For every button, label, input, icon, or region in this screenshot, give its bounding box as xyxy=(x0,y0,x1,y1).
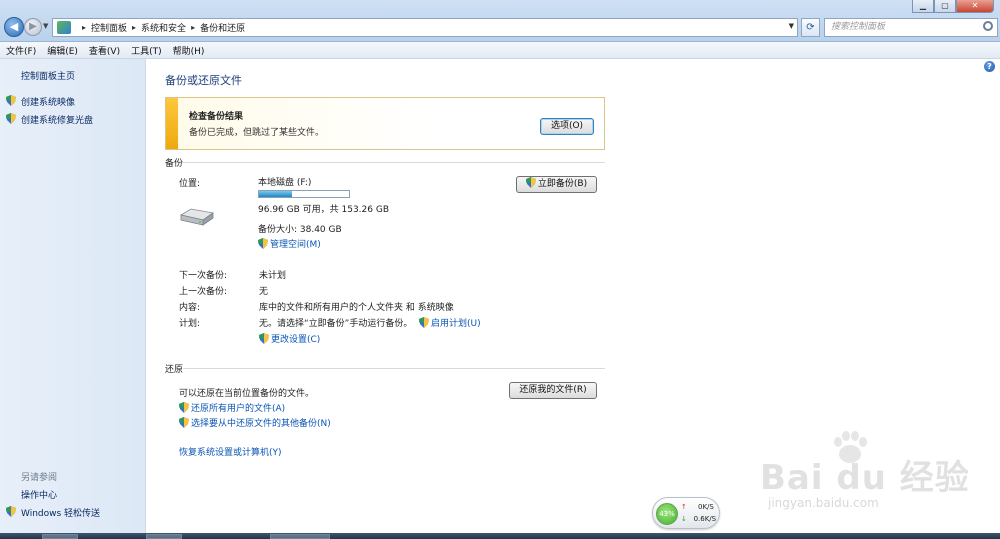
create-system-image-link[interactable]: 创建系统映像 xyxy=(21,95,75,108)
change-settings-link[interactable]: 更改设置(C) xyxy=(259,332,320,345)
download-speed-value: 0.6K/S xyxy=(693,515,717,523)
next-backup-label: 下一次备份: xyxy=(179,271,228,281)
location-label: 位置: xyxy=(179,179,201,189)
breadcrumb-separator[interactable]: ▸ xyxy=(191,23,195,32)
left-nav-pane: 控制面板主页 创建系统映像 创建系统修复光盘 另请参阅 操作中心 Windows… xyxy=(0,59,146,533)
disk-usage-bar xyxy=(258,190,350,198)
help-icon[interactable]: ? xyxy=(984,61,995,72)
change-settings-label: 更改设置(C) xyxy=(271,335,321,345)
menu-tools[interactable]: 工具(T) xyxy=(131,44,162,57)
alert-warning-bar xyxy=(166,98,178,149)
enable-schedule-link[interactable]: 启用计划(U) xyxy=(419,316,481,329)
see-also-heading: 另请参阅 xyxy=(21,473,58,483)
taskbar-button[interactable] xyxy=(146,534,182,539)
uac-shield-icon xyxy=(6,95,16,106)
taskbar-button[interactable] xyxy=(42,534,78,539)
create-repair-disc-link[interactable]: 创建系统修复光盘 xyxy=(21,113,93,126)
uac-shield-icon xyxy=(179,417,189,428)
menu-view[interactable]: 查看(V) xyxy=(89,44,120,57)
backup-size-text: 备份大小: 38.40 GB xyxy=(258,225,342,235)
hard-drive-icon xyxy=(179,208,215,226)
back-button[interactable]: ◀ xyxy=(4,17,24,37)
uac-shield-icon xyxy=(6,506,16,517)
maximize-button[interactable]: ▢ xyxy=(934,0,956,13)
restore-all-users-label: 还原所有用户的文件(A) xyxy=(191,404,286,414)
breadcrumb-backup-restore[interactable]: 备份和还原 xyxy=(200,21,245,34)
forward-button[interactable]: ▶ xyxy=(24,18,42,36)
restore-description: 可以还原在当前位置备份的文件。 xyxy=(179,389,315,399)
last-backup-value: 无 xyxy=(259,287,269,297)
uac-shield-icon xyxy=(6,113,16,124)
alert-title: 检查备份结果 xyxy=(189,112,244,122)
refresh-button[interactable]: ⟳ xyxy=(801,18,820,37)
restore-my-files-button[interactable]: 还原我的文件(R) xyxy=(509,382,597,399)
section-divider xyxy=(183,162,605,163)
breadcrumb-separator[interactable]: ▸ xyxy=(132,23,136,32)
menu-edit[interactable]: 编辑(E) xyxy=(47,44,78,57)
restore-all-users-link[interactable]: 还原所有用户的文件(A) xyxy=(179,401,285,414)
breadcrumb-control-panel[interactable]: 控制面板 xyxy=(91,21,127,34)
choose-other-backup-label: 选择要从中还原文件的其他备份(N) xyxy=(191,419,331,429)
alert-message: 备份已完成，但跳过了某些文件。 xyxy=(189,128,325,138)
uac-shield-icon xyxy=(419,317,429,328)
next-backup-value: 未计划 xyxy=(259,271,287,281)
address-dropdown[interactable]: ▼ xyxy=(789,22,794,30)
upload-speed-value: 0K/S xyxy=(698,503,714,511)
options-button[interactable]: 选项(O) xyxy=(540,118,594,135)
title-bar: ▁ ▢ ✕ ◀ ▶ ▼ ▸ 控制面板 ▸ 系统和安全 ▸ 备份和还原 ▼ ⟳ 搜… xyxy=(0,0,1000,42)
menu-file[interactable]: 文件(F) xyxy=(6,44,36,57)
download-speed: ↓ 0.6K/S xyxy=(681,515,717,523)
backup-section-heading: 备份 xyxy=(165,159,184,169)
section-divider xyxy=(183,368,605,369)
manage-space-label: 管理空间(M) xyxy=(270,240,321,250)
schedule-label: 计划: xyxy=(179,319,201,329)
main-content: ? 备份或还原文件 检查备份结果 备份已完成，但跳过了某些文件。 选项(O) 备… xyxy=(147,59,1000,533)
address-bar[interactable]: ▸ 控制面板 ▸ 系统和安全 ▸ 备份和还原 ▼ xyxy=(52,18,798,37)
manage-space-link[interactable]: 管理空间(M) xyxy=(258,237,321,250)
control-panel-home-link[interactable]: 控制面板主页 xyxy=(21,69,75,82)
location-value: 本地磁盘 (F:) xyxy=(258,178,312,188)
contents-label: 内容: xyxy=(179,303,201,313)
page-title: 备份或还原文件 xyxy=(165,74,242,87)
window-controls: ▁ ▢ ✕ xyxy=(912,0,994,13)
enable-schedule-label: 启用计划(U) xyxy=(431,319,481,329)
uac-shield-icon xyxy=(525,177,536,188)
taskbar-button[interactable] xyxy=(270,534,330,539)
close-button[interactable]: ✕ xyxy=(956,0,994,13)
uac-shield-icon xyxy=(179,402,189,413)
schedule-value: 无。请选择“立即备份”手动运行备份。 xyxy=(259,319,413,329)
recent-pages-dropdown[interactable]: ▼ xyxy=(43,22,48,30)
search-icon[interactable] xyxy=(983,21,993,31)
control-panel-icon xyxy=(57,21,71,34)
network-usage-percent: 43% xyxy=(656,503,678,525)
menu-bar: 文件(F) 编辑(E) 查看(V) 工具(T) 帮助(H) xyxy=(0,42,1000,59)
backup-result-alert: 检查备份结果 备份已完成，但跳过了某些文件。 选项(O) xyxy=(165,97,605,150)
disk-usage-fill xyxy=(259,191,293,197)
contents-value: 库中的文件和所有用户的个人文件夹 和 系统映像 xyxy=(259,303,454,313)
menu-help[interactable]: 帮助(H) xyxy=(173,44,205,57)
easy-transfer-link[interactable]: Windows 轻松传送 xyxy=(21,506,100,519)
action-center-link[interactable]: 操作中心 xyxy=(21,488,57,501)
recover-system-link[interactable]: 恢复系统设置或计算机(Y) xyxy=(179,445,282,458)
network-speed-widget[interactable]: 43% ↑ 0K/S ↓ 0.6K/S xyxy=(652,497,720,529)
restore-section-heading: 还原 xyxy=(165,365,184,375)
backup-now-label: 立即备份(B) xyxy=(537,179,588,189)
last-backup-label: 上一次备份: xyxy=(179,287,228,297)
search-input[interactable]: 搜索控制面板 xyxy=(824,18,998,37)
uac-shield-icon xyxy=(258,238,268,249)
uac-shield-icon xyxy=(259,333,269,344)
upload-speed: ↑ 0K/S xyxy=(681,503,714,511)
breadcrumb-separator[interactable]: ▸ xyxy=(82,23,86,32)
disk-space-text: 96.96 GB 可用，共 153.26 GB xyxy=(258,205,389,215)
breadcrumb-system-security[interactable]: 系统和安全 xyxy=(141,21,186,34)
search-placeholder: 搜索控制面板 xyxy=(831,22,886,32)
choose-other-backup-link[interactable]: 选择要从中还原文件的其他备份(N) xyxy=(179,416,331,429)
backup-now-button[interactable]: 立即备份(B) xyxy=(516,176,597,193)
minimize-button[interactable]: ▁ xyxy=(912,0,934,13)
